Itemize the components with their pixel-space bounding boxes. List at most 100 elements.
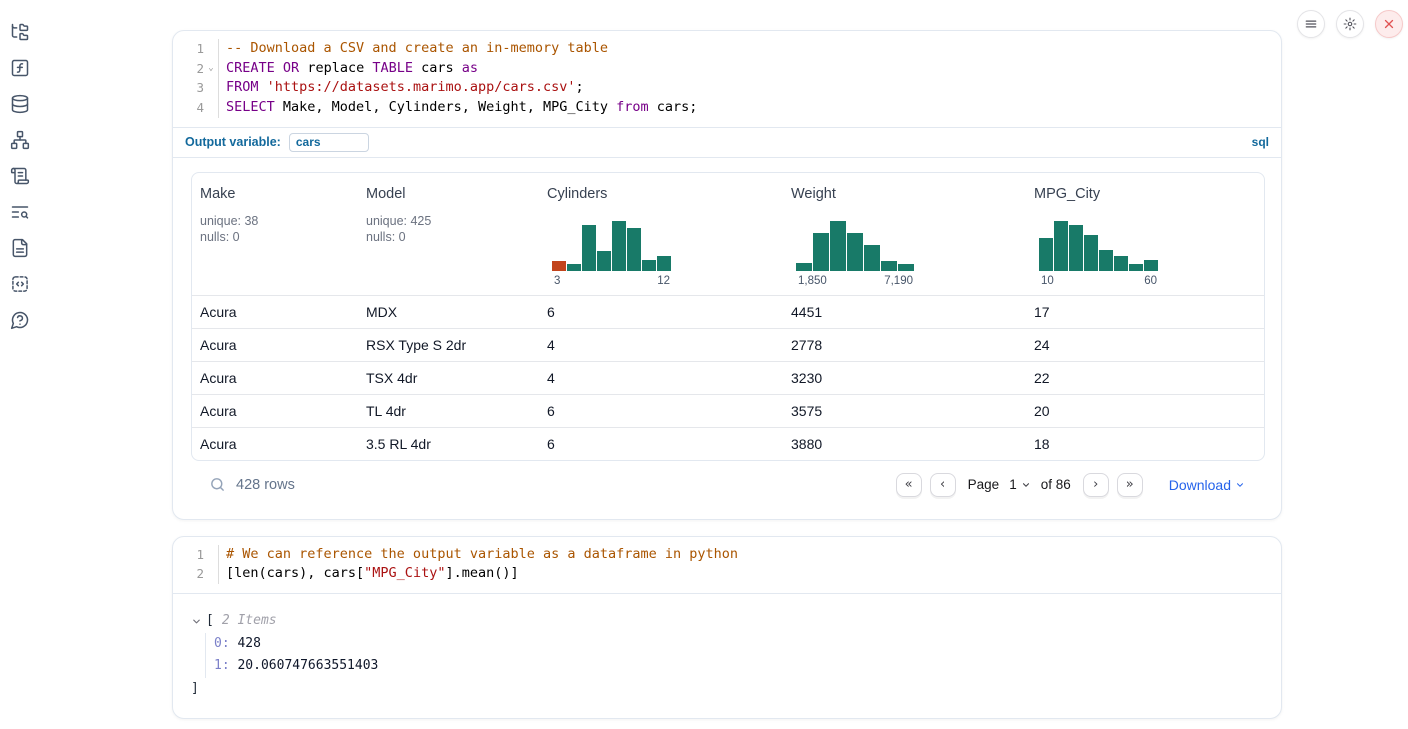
column-label[interactable]: Cylinders: [547, 186, 775, 202]
code-line[interactable]: 2[len(cars), cars["MPG_City"].mean()]: [183, 564, 1281, 584]
output-variable-label: Output variable:: [185, 135, 281, 149]
table-cell: 6: [539, 403, 783, 419]
axis-min-label: 3: [554, 275, 560, 287]
language-badge[interactable]: sql: [1252, 135, 1269, 149]
shutdown-button[interactable]: [1375, 10, 1403, 38]
table-row[interactable]: AcuraTL 4dr6357520: [192, 394, 1264, 427]
code-text: [len(cars), cars["MPG_City"].mean()]: [218, 564, 519, 584]
sql-cell: 1 -- Download a CSV and create an in-memo…: [172, 30, 1282, 520]
histogram-bar[interactable]: [1144, 260, 1158, 271]
column-label[interactable]: MPG_City: [1034, 186, 1258, 202]
sql-code-editor[interactable]: 1-- Download a CSV and create an in-memo…: [173, 31, 1281, 127]
collapse-caret-icon[interactable]: [191, 616, 202, 627]
menu-button[interactable]: [1297, 10, 1325, 38]
column-header-Cylinders: Cylinders312: [539, 173, 783, 295]
histogram-bar[interactable]: [1039, 238, 1053, 271]
tree-item: 0: 428: [214, 633, 1263, 656]
file-tree-icon[interactable]: [10, 22, 30, 42]
table-cell: TL 4dr: [358, 403, 539, 419]
histogram-bar[interactable]: [1069, 225, 1083, 271]
histogram-bar[interactable]: [597, 251, 611, 271]
histogram-bar[interactable]: [1084, 235, 1098, 271]
column-histogram: 1060: [1039, 215, 1159, 287]
logs-search-icon[interactable]: [10, 202, 30, 222]
histogram-bar[interactable]: [627, 228, 641, 271]
close-icon: [1382, 17, 1396, 31]
table-row[interactable]: AcuraTSX 4dr4323022: [192, 361, 1264, 394]
table-cell: 3575: [783, 403, 1026, 419]
database-icon[interactable]: [10, 94, 30, 114]
page-label: Page: [968, 477, 1000, 492]
histogram-bar[interactable]: [1099, 250, 1113, 271]
function-square-icon[interactable]: [10, 58, 30, 78]
table-cell: Acura: [192, 304, 358, 320]
code-line[interactable]: 1-- Download a CSV and create an in-memo…: [183, 39, 1281, 59]
histogram-bar[interactable]: [657, 256, 671, 271]
code-line[interactable]: 1# We can reference the output variable …: [183, 545, 1281, 565]
column-label[interactable]: Weight: [791, 186, 1018, 202]
table-cell: 3230: [783, 370, 1026, 386]
tree-item-key: 0:: [214, 636, 230, 651]
histogram-bar[interactable]: [796, 263, 812, 271]
python-code-editor[interactable]: 1# We can reference the output variable …: [173, 537, 1281, 593]
next-page-button[interactable]: ›: [1083, 473, 1109, 497]
column-header-MPG_City: MPG_City 1060: [1026, 173, 1265, 295]
histogram-bar[interactable]: [898, 264, 914, 271]
help-icon[interactable]: [10, 310, 30, 330]
table-row[interactable]: AcuraMDX6445117: [192, 295, 1264, 328]
table-cell: 4: [539, 370, 783, 386]
column-label[interactable]: Make: [200, 186, 350, 202]
histogram-bar[interactable]: [612, 221, 626, 271]
document-icon[interactable]: [10, 238, 30, 258]
prev-page-button[interactable]: ‹: [930, 473, 956, 497]
table-cell: 20: [1026, 403, 1265, 419]
code-line[interactable]: 3FROM 'https://datasets.marimo.app/cars.…: [183, 78, 1281, 98]
histogram-bar[interactable]: [813, 233, 829, 271]
code-line[interactable]: 4SELECT Make, Model, Cylinders, Weight, …: [183, 98, 1281, 118]
histogram-bar[interactable]: [847, 233, 863, 271]
dependency-graph-icon[interactable]: [10, 130, 30, 150]
table-cell: 22: [1026, 370, 1265, 386]
table-row[interactable]: AcuraRSX Type S 2dr4277824: [192, 328, 1264, 361]
histogram-bar[interactable]: [830, 221, 846, 271]
search-icon[interactable]: [209, 476, 226, 493]
line-number: 2: [183, 59, 204, 79]
snippets-icon[interactable]: [10, 274, 30, 294]
download-button[interactable]: Download: [1169, 477, 1245, 493]
histogram-bar[interactable]: [881, 261, 897, 271]
table-cell: RSX Type S 2dr: [358, 337, 539, 353]
table-cell: 6: [539, 304, 783, 320]
histogram-bar[interactable]: [642, 260, 656, 271]
items-count-label: 2 Items: [222, 610, 277, 633]
settings-button[interactable]: [1336, 10, 1364, 38]
chevron-down-icon: [1235, 480, 1245, 490]
row-count: 428 rows: [236, 477, 295, 493]
code-line[interactable]: 2⌄CREATE OR replace TABLE cars as: [183, 59, 1281, 79]
last-page-button[interactable]: »: [1117, 473, 1143, 497]
histogram-bar[interactable]: [552, 261, 566, 271]
first-page-button[interactable]: «: [896, 473, 922, 497]
column-header-Weight: Weight1,8507,190: [783, 173, 1026, 295]
histogram-bar[interactable]: [567, 264, 581, 271]
fold-gutter: [204, 78, 218, 98]
histogram-bar[interactable]: [864, 245, 880, 271]
axis-min-label: 1,850: [798, 275, 827, 287]
table-cell: 18: [1026, 436, 1265, 452]
histogram-bar[interactable]: [1129, 264, 1143, 271]
histogram-bar[interactable]: [1114, 256, 1128, 271]
column-label[interactable]: Model: [366, 186, 531, 202]
page-select[interactable]: 1: [1007, 475, 1033, 494]
table-row[interactable]: Acura3.5 RL 4dr6388018: [192, 427, 1264, 460]
output-variable-input[interactable]: [289, 133, 369, 152]
table-cell: MDX: [358, 304, 539, 320]
code-text: -- Download a CSV and create an in-memor…: [218, 39, 608, 59]
table-cell: 2778: [783, 337, 1026, 353]
line-number: 4: [183, 98, 204, 118]
table-footer: 428 rows « ‹ Page 1 of 86 › » Download: [191, 461, 1263, 509]
histogram-bar[interactable]: [582, 225, 596, 271]
table-cell: Acura: [192, 403, 358, 419]
sql-output-area: Makeunique: 38nulls: 0Modelunique: 425nu…: [173, 158, 1281, 519]
histogram-bar[interactable]: [1054, 221, 1068, 271]
scroll-icon[interactable]: [10, 166, 30, 186]
fold-chevron-icon[interactable]: ⌄: [204, 59, 218, 79]
